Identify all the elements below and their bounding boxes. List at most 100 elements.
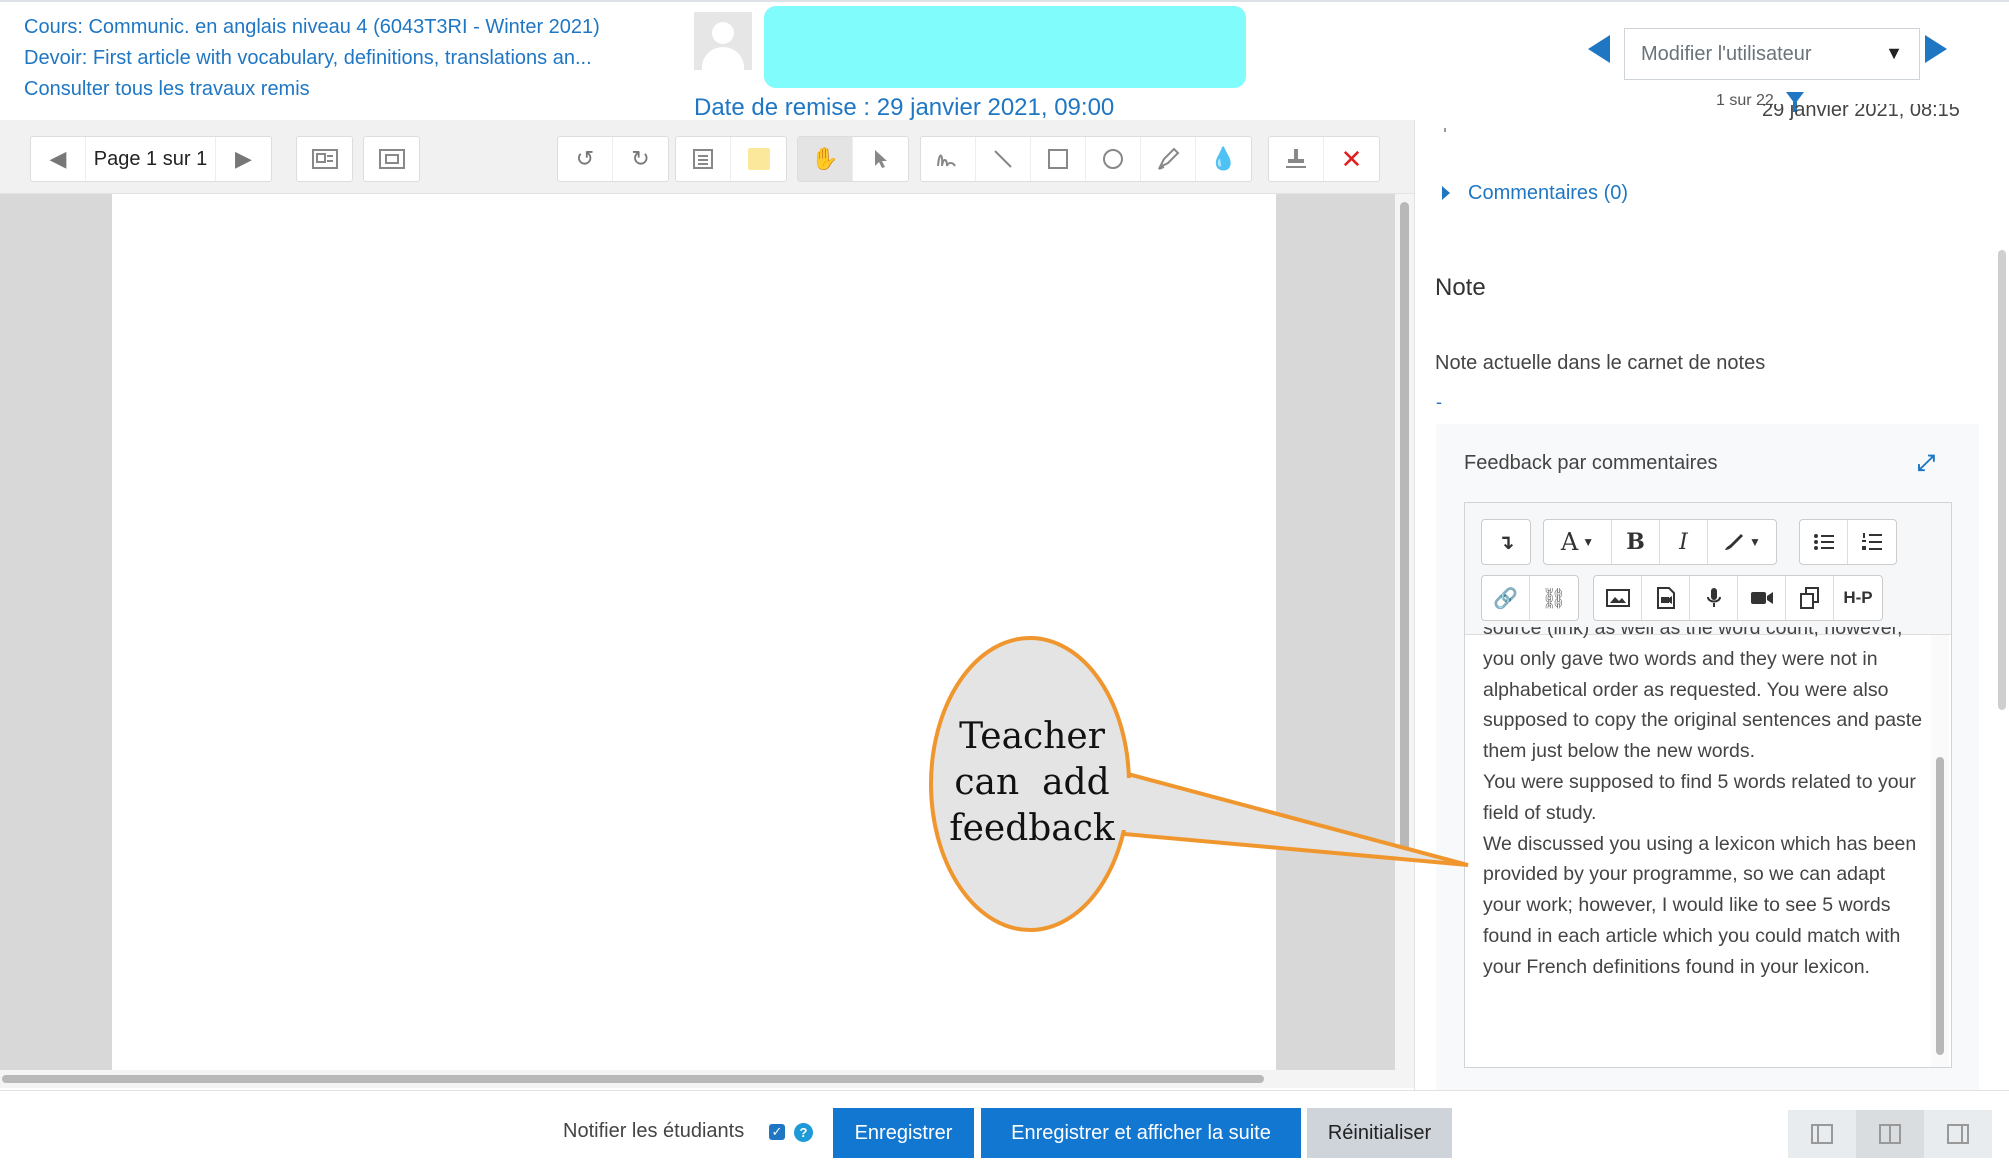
all-submissions-link[interactable]: Consulter tous les travaux remis	[24, 78, 310, 101]
rotate-group: ↺ ↻	[557, 136, 669, 182]
rotate-right-button[interactable]: ↻	[613, 137, 668, 181]
feedback-text-area[interactable]: source (link) as well as the word count;…	[1483, 627, 1923, 1063]
document-horizontal-scrollbar[interactable]	[0, 1070, 1414, 1088]
grade-heading: Note	[1435, 274, 1486, 301]
feedback-paragraph: You were supposed to find 5 words relate…	[1483, 770, 1916, 824]
circle-icon	[1103, 149, 1123, 169]
editor-scrollbar[interactable]	[1931, 635, 1949, 1067]
course-link[interactable]: Cours: Communic. en anglais niveau 4 (60…	[24, 16, 600, 39]
document-page[interactable]	[112, 194, 1276, 1070]
pen-scribble-icon	[937, 154, 956, 167]
link-button[interactable]: 🔗	[1482, 576, 1530, 620]
italic-button[interactable]: I	[1660, 520, 1708, 564]
callout-line: can add	[954, 762, 1110, 803]
bold-icon: B	[1626, 529, 1645, 555]
h5p-icon: H-P	[1843, 588, 1873, 607]
toolbar-toggle-button[interactable]: ↴	[1482, 520, 1530, 564]
copy-files-icon	[1799, 587, 1819, 609]
manage-files-button[interactable]	[1786, 576, 1834, 620]
stamp-tools-group: ✕	[1268, 136, 1380, 182]
ordered-list-button[interactable]	[1848, 520, 1896, 564]
grader-header: Cours: Communic. en anglais niveau 4 (60…	[0, 0, 2009, 121]
layout-right-icon	[1947, 1124, 1969, 1144]
rectangle-icon	[1048, 149, 1068, 169]
unordered-list-button[interactable]	[1800, 520, 1848, 564]
comments-toggle[interactable]: Commentaires (0)	[1468, 182, 1628, 205]
rotate-left-icon: ↺	[575, 146, 595, 171]
image-icon	[1605, 589, 1630, 607]
search-comments-button[interactable]	[297, 137, 352, 181]
save-button[interactable]: Enregistrer	[833, 1108, 974, 1158]
panel-scrollbar[interactable]	[1998, 250, 2006, 710]
red-drop-icon: 💧	[1209, 146, 1238, 171]
pan-tool-button[interactable]: ✋	[798, 137, 853, 181]
italic-icon: I	[1679, 529, 1688, 555]
help-icon[interactable]: ?	[794, 1123, 813, 1142]
comment-tool-button[interactable]	[676, 137, 731, 181]
rotate-left-button[interactable]: ↺	[558, 137, 613, 181]
delete-stamp-button[interactable]: ✕	[1324, 137, 1379, 181]
filter-icon[interactable]	[1786, 92, 1804, 112]
previous-user-arrow-icon[interactable]	[1588, 35, 1610, 63]
oval-tool-button[interactable]	[1086, 137, 1141, 181]
stamp-icon	[1286, 149, 1306, 168]
insert-media-button[interactable]	[1642, 576, 1690, 620]
line-tool-button[interactable]	[976, 137, 1031, 181]
rotate-right-icon: ↻	[631, 146, 650, 171]
assignment-link[interactable]: Devoir: First article with vocabulary, d…	[24, 47, 592, 70]
feedback-editor: ↴ A ▼ B I ▼ 🔗 ⛓ H-P source (link) as wel…	[1464, 502, 1952, 1068]
feedback-paragraph: We discussed you using a lexicon which h…	[1483, 832, 1917, 978]
annotation-toolbar: ◀ Page 1 sur 1 ▶ ↺ ↻ ✋ 💧 ✕	[0, 120, 1414, 194]
bold-button[interactable]: B	[1612, 520, 1660, 564]
document-viewer[interactable]	[0, 194, 1395, 1070]
expand-comments-button[interactable]	[364, 137, 419, 181]
layout-center-icon	[1879, 1124, 1901, 1144]
student-avatar	[694, 12, 752, 70]
current-grade-value[interactable]: -	[1436, 392, 1442, 413]
highlight-tool-button[interactable]	[1141, 137, 1196, 181]
next-user-arrow-icon[interactable]	[1925, 35, 1947, 63]
unlink-button[interactable]: ⛓	[1530, 576, 1578, 620]
chevron-down-icon: ▼	[1885, 43, 1903, 63]
layout-collapse-review-button[interactable]	[1924, 1110, 1992, 1158]
user-select[interactable]: Modifier l'utilisateur ▼	[1624, 28, 1920, 80]
next-page-button[interactable]: ▶	[216, 137, 271, 181]
media-file-icon	[1656, 587, 1675, 609]
select-tool-button[interactable]	[853, 137, 908, 181]
insert-image-button[interactable]	[1594, 576, 1642, 620]
numbered-list-icon	[1862, 533, 1882, 550]
annotation-color-button[interactable]: 💧	[1196, 137, 1251, 181]
editor-toolbar: ↴ A ▼ B I ▼ 🔗 ⛓ H-P	[1465, 503, 1951, 635]
line-icon	[994, 150, 1012, 168]
record-video-button[interactable]	[1738, 576, 1786, 620]
previous-page-button[interactable]: ◀	[31, 137, 86, 181]
pen-tool-button[interactable]	[921, 137, 976, 181]
layout-left-icon	[1811, 1124, 1833, 1144]
font-style-button[interactable]: A ▼	[1544, 520, 1612, 564]
layout-default-button[interactable]	[1856, 1110, 1924, 1158]
link-icon: 🔗	[1493, 587, 1518, 610]
submitted-date: 29 janvier 2021, 08:15	[1762, 104, 1960, 121]
h5p-button[interactable]: H-P	[1834, 576, 1882, 620]
select-tools-group: ✋	[797, 136, 909, 182]
document-vertical-scrollbar[interactable]	[1395, 194, 1414, 1070]
stamp-tool-button[interactable]	[1269, 137, 1324, 181]
paintbrush-icon	[1725, 534, 1744, 550]
caret-down-icon: ▼	[1749, 535, 1761, 549]
save-and-show-next-button[interactable]: Enregistrer et afficher la suite	[981, 1108, 1301, 1158]
rectangle-tool-button[interactable]	[1031, 137, 1086, 181]
search-comments-group	[296, 136, 353, 182]
feedback-paragraph: source (link) as well as the word count;…	[1483, 627, 1923, 763]
reset-button[interactable]: Réinitialiser	[1307, 1108, 1452, 1158]
arrow-down-turn-icon: ↴	[1497, 531, 1515, 554]
triangle-right-icon: ▶	[235, 146, 252, 171]
layout-collapse-grade-button[interactable]	[1788, 1110, 1856, 1158]
notify-students-checkbox[interactable]: ✓	[769, 1124, 785, 1140]
unlink-icon: ⛓	[1541, 587, 1567, 610]
fullscreen-expand-icon[interactable]: ⤢	[1914, 451, 1938, 475]
comment-color-button[interactable]	[731, 137, 786, 181]
callout-text: Teacher can add feedback	[932, 714, 1132, 852]
caret-right-icon[interactable]	[1442, 186, 1450, 200]
record-audio-button[interactable]	[1690, 576, 1738, 620]
font-color-button[interactable]: ▼	[1708, 520, 1776, 564]
